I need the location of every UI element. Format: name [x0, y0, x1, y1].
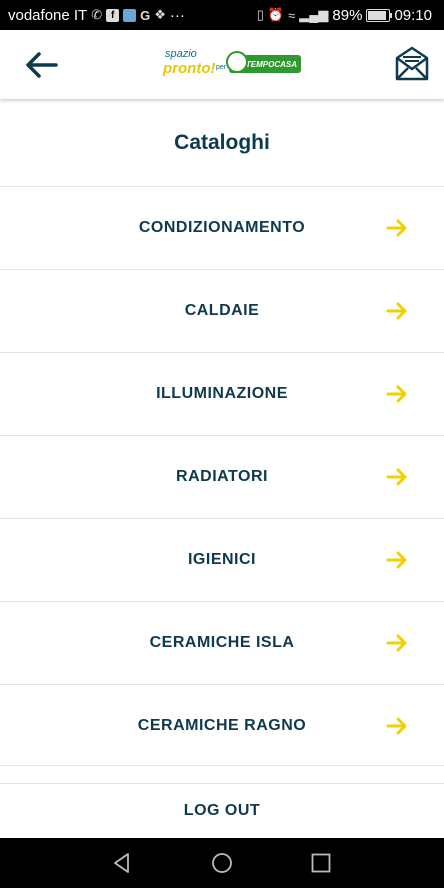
logo-brand: TEMPOCASA [245, 59, 297, 69]
mail-icon[interactable] [394, 44, 430, 82]
catalog-item-caldaie[interactable]: CALDAIE [0, 269, 444, 352]
list-divider [0, 765, 444, 766]
google-icon: G [140, 7, 151, 23]
battery-icon [366, 8, 393, 22]
nav-recents-icon[interactable] [309, 851, 333, 875]
catalog-item-illuminazione[interactable]: ILLUMINAZIONE [0, 352, 444, 435]
catalog-item-label: RADIATORI [176, 468, 268, 485]
arrow-right-icon [386, 717, 407, 735]
arrow-right-icon [386, 551, 407, 569]
wifi-icon: ≈ [288, 7, 296, 23]
logo-spazio: spazio [165, 48, 197, 60]
catalog-item-label: ILLUMINAZIONE [156, 385, 288, 402]
more-notifications: ··· [169, 6, 185, 24]
signal-icon: ▂▄▆ [299, 7, 329, 22]
catalog-list: CONDIZIONAMENTO CALDAIE ILLUMINAZIONE RA… [0, 186, 444, 767]
status-bar: vodafone IT ✆ f G ❖ ··· ▯ ⏰ ≈ ▂▄▆ 89% 09… [0, 0, 444, 30]
arrow-right-icon [386, 302, 407, 320]
alarm-icon: ⏰ [267, 7, 285, 22]
catalog-item-ceramiche-ragno[interactable]: CERAMICHE RAGNO [0, 684, 444, 767]
logout-button[interactable]: LOG OUT [0, 783, 444, 838]
arrow-right-icon [386, 468, 407, 486]
catalog-item-radiatori[interactable]: RADIATORI [0, 435, 444, 518]
nav-back-icon[interactable] [110, 851, 134, 875]
catalog-item-ceramiche-isla[interactable]: CERAMICHE ISLA [0, 601, 444, 684]
system-nav-bar [0, 838, 444, 888]
logo-pronto: pronto! [163, 60, 216, 77]
flipboard-icon: f [106, 8, 120, 22]
app-header: spazio pronto! per TEMPOCASA [0, 30, 444, 99]
arrow-right-icon [386, 219, 407, 237]
tempocasa-clock-icon [226, 51, 248, 73]
carrier-label: vodafone IT [8, 6, 88, 24]
back-arrow-icon[interactable] [22, 48, 62, 82]
whatsapp-icon: ✆ [91, 7, 103, 22]
battery-percent: 89% [332, 6, 363, 24]
clock: 09:10 [394, 6, 432, 24]
spazio-pronto-logo: spazio pronto! per TEMPOCASA [163, 48, 303, 84]
catalog-item-label: CERAMICHE ISLA [149, 634, 295, 651]
catalog-item-label: IGIENICI [187, 551, 256, 568]
logo-per: per [216, 64, 227, 71]
catalog-item-label: CALDAIE [184, 302, 260, 319]
catalog-item-igienici[interactable]: IGIENICI [0, 518, 444, 601]
twitter-icon: ❖ [154, 7, 166, 22]
vibrate-icon: ▯ [256, 7, 264, 22]
catalog-item-condizionamento[interactable]: CONDIZIONAMENTO [0, 186, 444, 269]
catalog-item-label: CERAMICHE RAGNO [137, 717, 307, 734]
catalog-item-label: CONDIZIONAMENTO [138, 219, 306, 236]
page-title: Cataloghi [174, 131, 270, 154]
nav-home-icon[interactable] [210, 851, 234, 875]
app-icon [123, 8, 137, 22]
arrow-right-icon [386, 634, 407, 652]
battery-fill [368, 10, 387, 20]
arrow-right-icon [386, 385, 407, 403]
